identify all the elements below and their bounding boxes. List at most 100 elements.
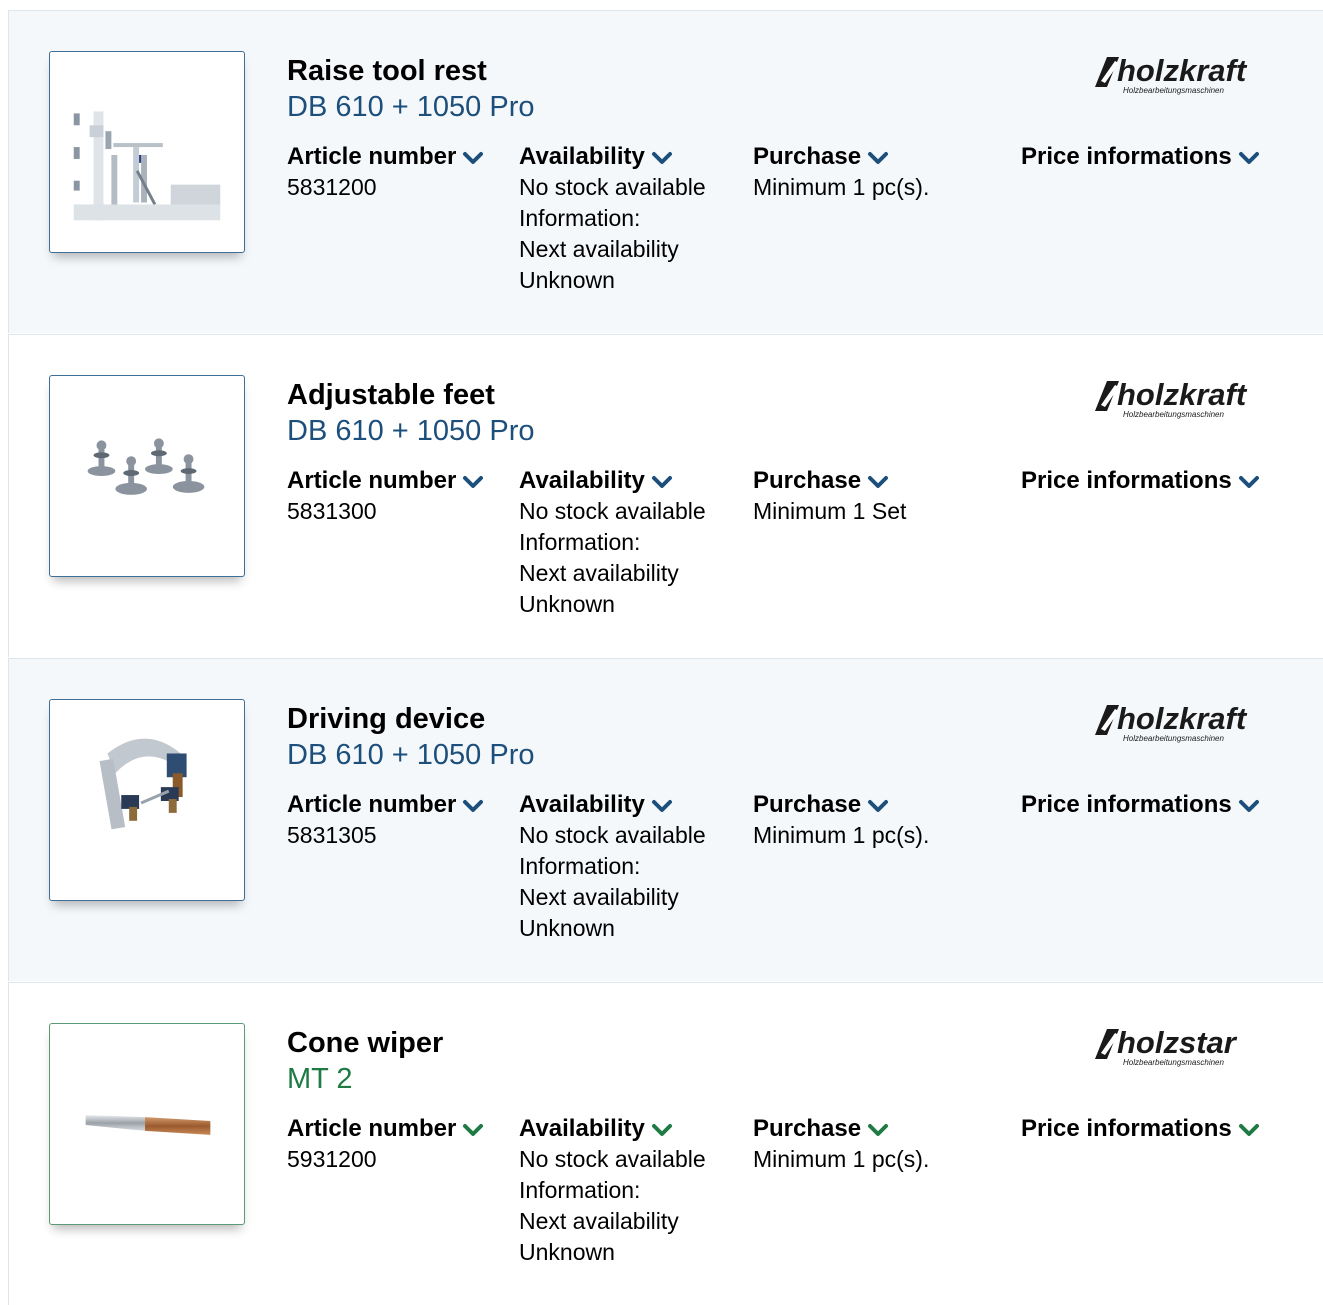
availability-status: No stock available [519,822,706,848]
price-column: Price informations [1021,141,1261,172]
product-image[interactable] [49,1023,245,1225]
purchase-minimum: Minimum 1 Set [753,498,907,524]
brand-tagline: Holzbearbeitungsmaschinen [1123,410,1225,419]
purchase-minimum: Minimum 1 pc(s). [753,1146,930,1172]
price-info-toggle[interactable]: Price informations [1021,789,1261,820]
availability-label: Availability [519,143,645,170]
next-availability-label: Next availability [519,1208,679,1234]
product-list: Raise tool rest DB 610 + 1050 Pro Articl… [0,0,1323,1305]
price-info-label: Price informations [1021,791,1232,818]
availability-info-label: Information: [519,529,641,555]
price-info-toggle[interactable]: Price informations [1021,465,1261,496]
product-card: Adjustable feet DB 610 + 1050 Pro Articl… [8,334,1323,657]
next-availability-label: Next availability [519,236,679,262]
brand-logo[interactable]: holzstar Holzbearbeitungsmaschinen [1089,1023,1299,1069]
purchase-column: Purchase Minimum 1 pc(s). [753,1113,929,1175]
brand-name: holzkraft [1117,701,1248,736]
availability-toggle[interactable]: Availability [519,1113,706,1144]
article-number-value: 5831305 [287,822,377,848]
price-column: Price informations [1021,1113,1261,1144]
price-column: Price informations [1021,465,1261,496]
next-availability-value: Unknown [519,591,615,617]
chevron-down-icon [866,1120,890,1140]
price-column: Price informations [1021,789,1261,820]
availability-column: Availability No stock available Informat… [519,789,706,944]
driving-device-icon [99,738,187,830]
chevron-down-icon [866,472,890,492]
article-number-column: Article number 5931200 [287,1113,485,1175]
availability-toggle[interactable]: Availability [519,789,706,820]
availability-toggle[interactable]: Availability [519,141,706,172]
purchase-toggle[interactable]: Purchase [753,141,929,172]
price-info-toggle[interactable]: Price informations [1021,1113,1261,1144]
brand-name: holzkraft [1117,53,1248,88]
purchase-label: Purchase [753,467,862,494]
article-number-label: Article number [287,143,457,170]
brand-tagline: Holzbearbeitungsmaschinen [1123,1058,1225,1067]
brand-logo[interactable]: holzkraft Holzbearbeitungsmaschinen [1089,375,1299,421]
article-number-label: Article number [287,1115,457,1142]
article-number-toggle[interactable]: Article number [287,789,485,820]
brand-tagline: Holzbearbeitungsmaschinen [1123,734,1225,743]
next-availability-label: Next availability [519,560,679,586]
next-availability-value: Unknown [519,1239,615,1265]
product-image[interactable] [49,375,245,577]
article-number-label: Article number [287,791,457,818]
article-number-toggle[interactable]: Article number [287,141,485,172]
article-number-toggle[interactable]: Article number [287,1113,485,1144]
article-number-value: 5931200 [287,1146,377,1172]
availability-info-label: Information: [519,853,641,879]
chevron-down-icon [866,796,890,816]
price-info-label: Price informations [1021,1115,1232,1142]
next-availability-value: Unknown [519,915,615,941]
price-info-label: Price informations [1021,467,1232,494]
availability-label: Availability [519,467,645,494]
tool-rest-icon [73,111,221,221]
cone-wiper-icon [85,1115,211,1135]
availability-info-label: Information: [519,1177,641,1203]
purchase-toggle[interactable]: Purchase [753,789,929,820]
purchase-toggle[interactable]: Purchase [753,1113,929,1144]
purchase-label: Purchase [753,1115,862,1142]
brand-name: holzstar [1117,1025,1238,1060]
article-number-value: 5831200 [287,174,377,200]
purchase-column: Purchase Minimum 1 Set [753,465,906,527]
chevron-down-icon [461,148,485,168]
purchase-column: Purchase Minimum 1 pc(s). [753,789,929,851]
availability-column: Availability No stock available Informat… [519,141,706,296]
product-card: Driving device DB 610 + 1050 Pro Article… [8,658,1323,981]
brand-logo[interactable]: holzkraft Holzbearbeitungsmaschinen [1089,699,1299,745]
price-info-toggle[interactable]: Price informations [1021,141,1261,172]
price-info-label: Price informations [1021,143,1232,170]
product-image[interactable] [49,699,245,901]
next-availability-value: Unknown [519,267,615,293]
next-availability-label: Next availability [519,884,679,910]
availability-label: Availability [519,791,645,818]
chevron-down-icon [461,1120,485,1140]
brand-name: holzkraft [1117,377,1248,412]
availability-toggle[interactable]: Availability [519,465,706,496]
purchase-label: Purchase [753,143,862,170]
product-image[interactable] [49,51,245,253]
purchase-column: Purchase Minimum 1 pc(s). [753,141,929,203]
availability-status: No stock available [519,498,706,524]
chevron-down-icon [650,1120,674,1140]
brand-logo[interactable]: holzkraft Holzbearbeitungsmaschinen [1089,51,1299,97]
purchase-label: Purchase [753,791,862,818]
chevron-down-icon [650,796,674,816]
chevron-down-icon [650,472,674,492]
chevron-down-icon [1237,1120,1261,1140]
article-number-toggle[interactable]: Article number [287,465,485,496]
availability-status: No stock available [519,174,706,200]
chevron-down-icon [866,148,890,168]
availability-column: Availability No stock available Informat… [519,1113,706,1268]
purchase-minimum: Minimum 1 pc(s). [753,822,930,848]
chevron-down-icon [650,148,674,168]
article-number-column: Article number 5831200 [287,141,485,203]
chevron-down-icon [461,472,485,492]
chevron-down-icon [1237,472,1261,492]
chevron-down-icon [1237,148,1261,168]
purchase-toggle[interactable]: Purchase [753,465,906,496]
purchase-minimum: Minimum 1 pc(s). [753,174,930,200]
article-number-label: Article number [287,467,457,494]
